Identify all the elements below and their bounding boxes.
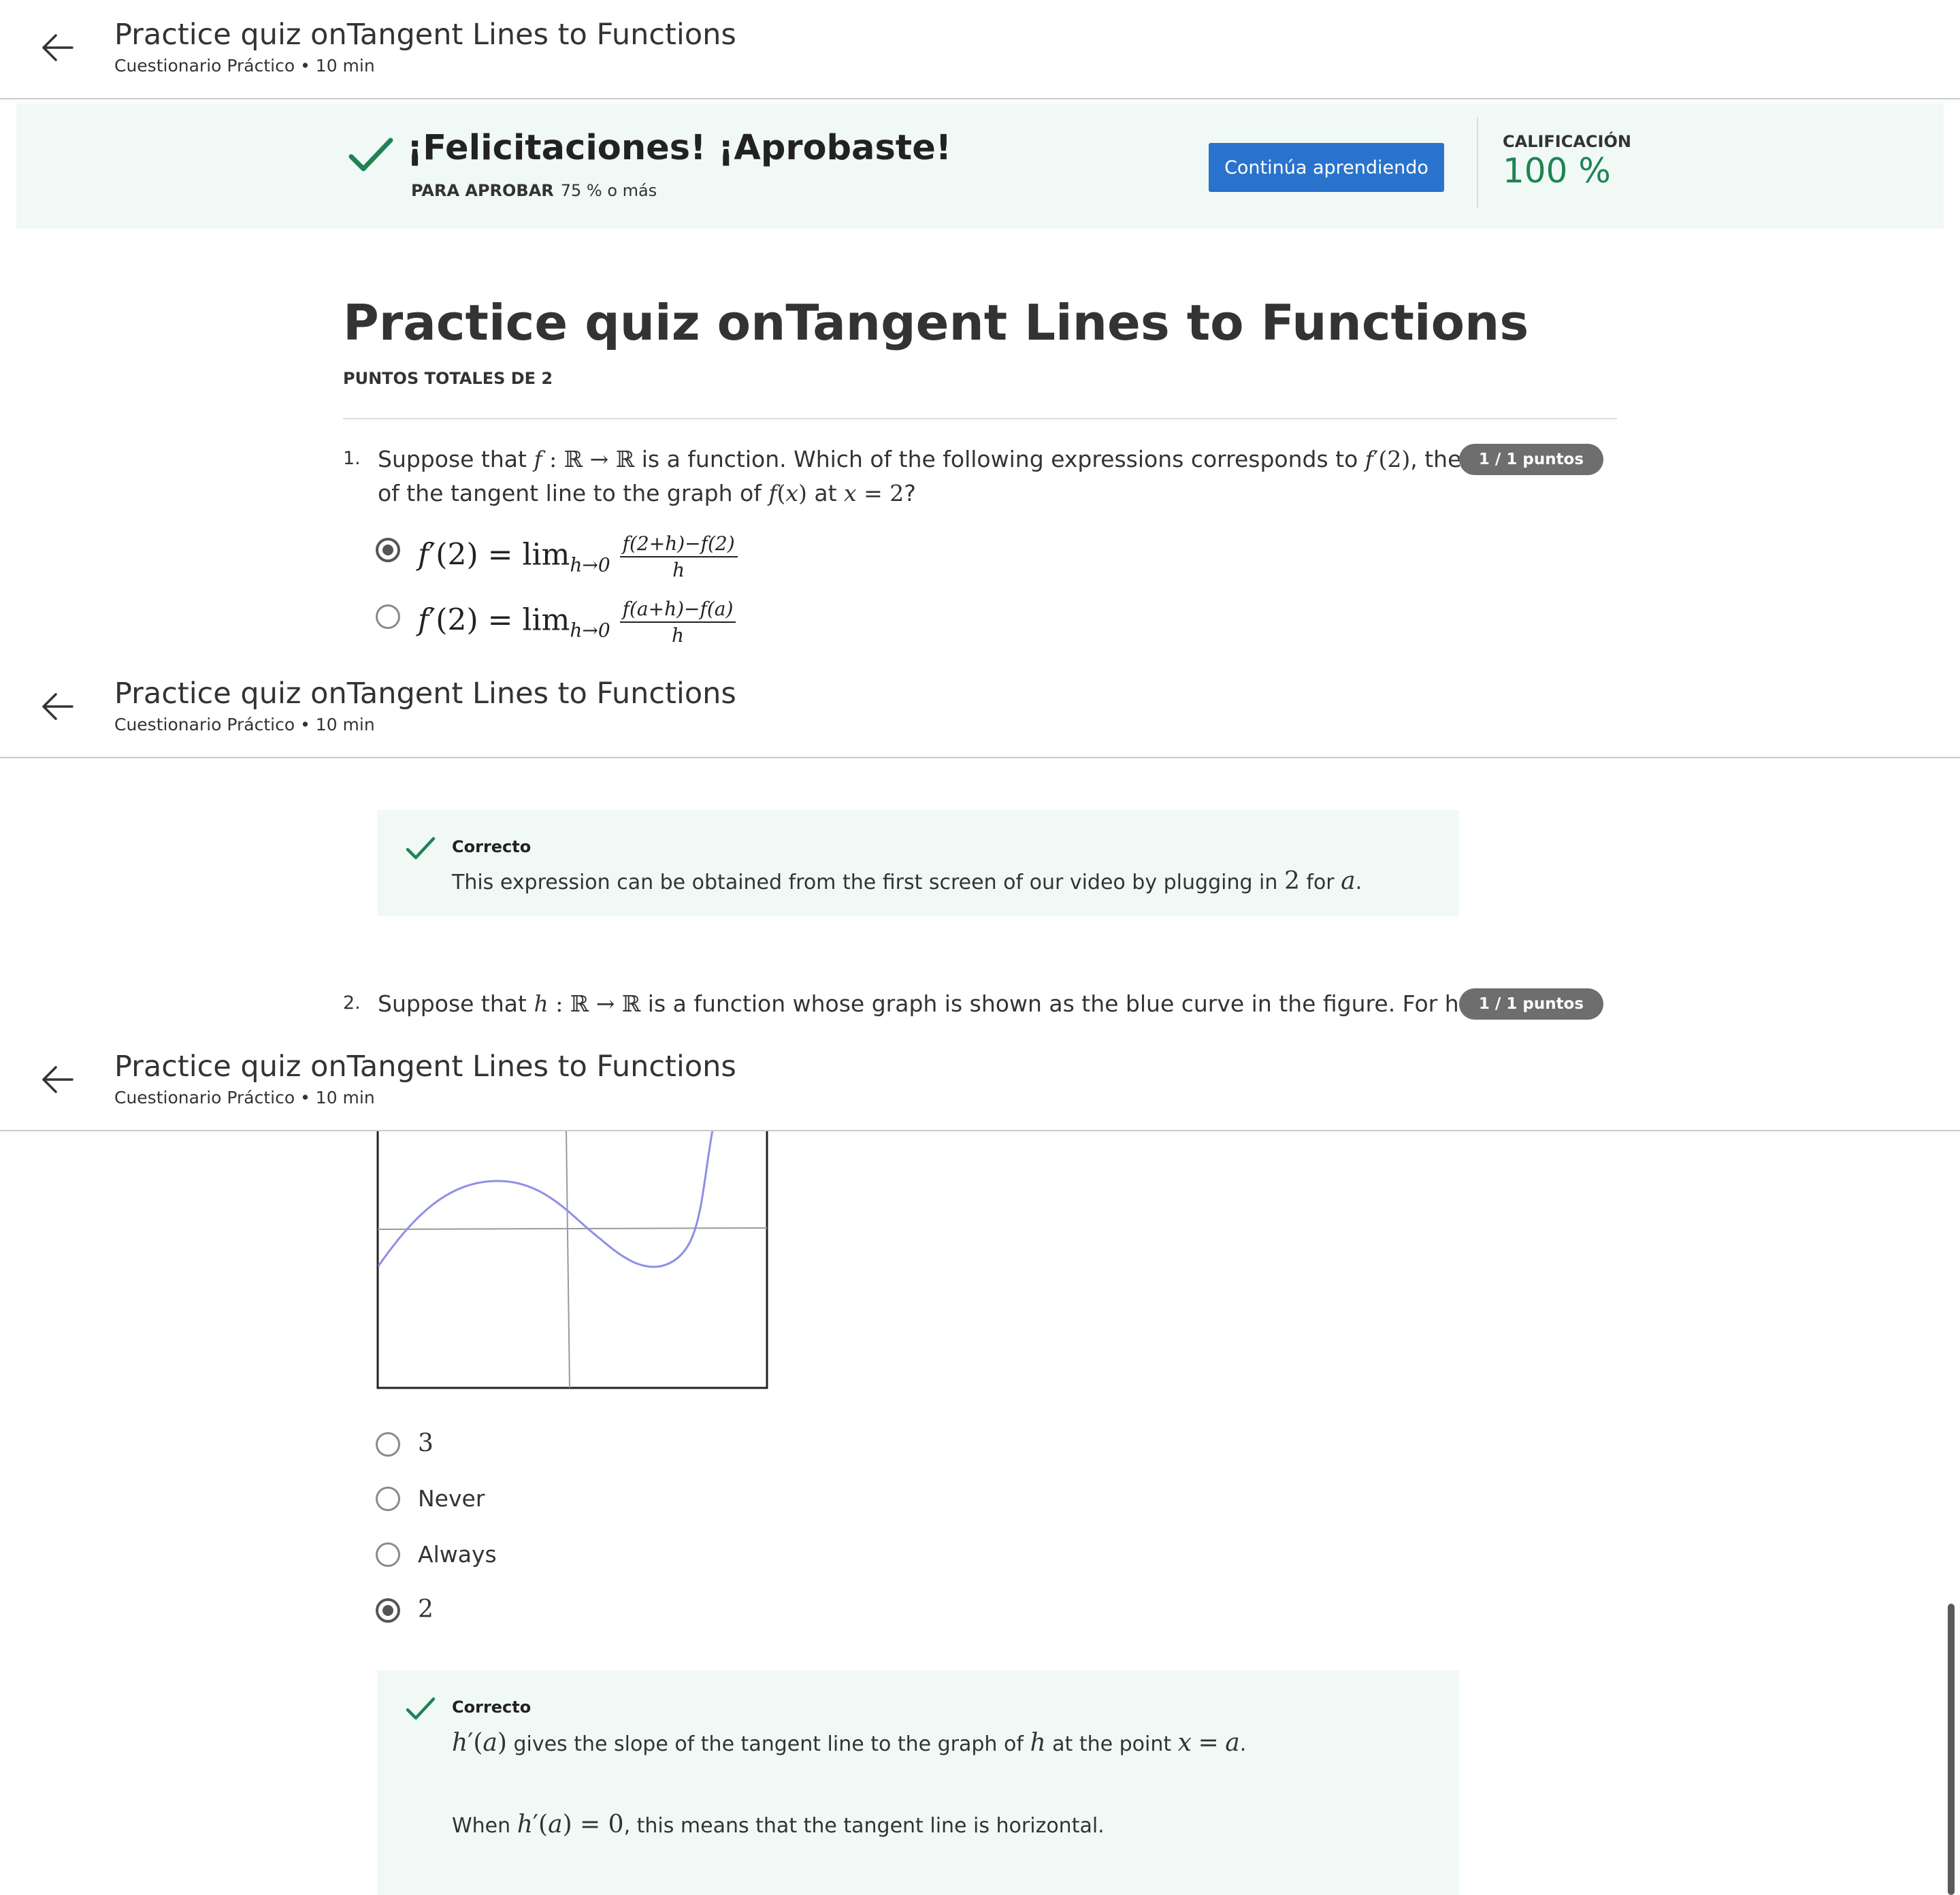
pass-requirement: PARA APROBAR 75 % o más xyxy=(411,181,657,200)
arrow-left-icon[interactable] xyxy=(38,686,79,727)
function-graph xyxy=(376,1130,768,1389)
pass-banner: ¡Felicitaciones! ¡Aprobaste! PARA APROBA… xyxy=(16,103,1944,229)
question-text: of the tangent line to the graph of f(x)… xyxy=(378,480,916,506)
check-icon xyxy=(348,137,393,172)
arrow-left-icon[interactable] xyxy=(38,1059,79,1100)
scrollbar-thumb[interactable] xyxy=(1948,1604,1955,1895)
screenshot-section-2: Practice quiz onTangent Lines to Functio… xyxy=(0,659,1960,1032)
divider xyxy=(1477,117,1478,208)
option-label: f′(2) = limh→0 f(a+h)−f(a) h xyxy=(418,598,736,647)
screenshot-section-1: Practice quiz onTangent Lines to Functio… xyxy=(0,0,1960,659)
top-header: Practice quiz onTangent Lines to Functio… xyxy=(0,0,1960,99)
pass-value: 75 % o más xyxy=(560,181,657,200)
option-label: 2 xyxy=(418,1596,434,1623)
header-subtitle: Cuestionario Práctico • 10 min xyxy=(114,1088,375,1107)
header-subtitle: Cuestionario Práctico • 10 min xyxy=(114,56,375,76)
radio-option-4[interactable] xyxy=(376,1598,400,1623)
question-text: Suppose that f : ℝ → ℝ is a function. Wh… xyxy=(378,446,1529,472)
congrats-message: ¡Felicitaciones! ¡Aprobaste! xyxy=(407,128,952,168)
feedback-correct: Correcto h′(a) gives the slope of the ta… xyxy=(377,1670,1459,1895)
screenshot-section-3: Practice quiz onTangent Lines to Functio… xyxy=(0,1032,1960,1895)
radio-option-2[interactable] xyxy=(376,1487,400,1511)
arrow-left-icon[interactable] xyxy=(38,27,79,68)
option-label: Never xyxy=(418,1485,485,1512)
radio-option-1[interactable] xyxy=(376,538,400,562)
radio-option-1[interactable] xyxy=(376,1432,400,1457)
grade-value: 100 % xyxy=(1503,151,1611,191)
header-subtitle: Cuestionario Práctico • 10 min xyxy=(114,715,375,734)
feedback-text: h′(a) gives the slope of the tangent lin… xyxy=(452,1729,1247,1757)
option-label: f′(2) = limh→0 f(2+h)−f(2) h xyxy=(418,532,738,581)
option-label: Always xyxy=(418,1541,497,1568)
total-points: PUNTOS TOTALES DE 2 xyxy=(343,369,553,388)
feedback-text: This expression can be obtained from the… xyxy=(452,867,1362,895)
check-icon xyxy=(406,837,436,860)
feedback-title: Correcto xyxy=(452,1698,532,1717)
divider xyxy=(343,418,1617,419)
header-title: Practice quiz onTangent Lines to Functio… xyxy=(114,677,736,711)
radio-option-2[interactable] xyxy=(376,604,400,629)
option-label: 3 xyxy=(418,1429,434,1457)
header-title: Practice quiz onTangent Lines to Functio… xyxy=(114,1050,736,1084)
question-text: Suppose that h : ℝ → ℝ is a function who… xyxy=(378,990,1562,1017)
question-number: 1. xyxy=(343,448,361,469)
feedback-title: Correcto xyxy=(452,837,532,856)
top-header: Practice quiz onTangent Lines to Functio… xyxy=(0,659,1960,758)
grade-label: CALIFICACIÓN xyxy=(1503,132,1631,151)
continue-learning-button[interactable]: Continúa aprendiendo xyxy=(1209,143,1444,192)
points-badge: 1 / 1 puntos xyxy=(1459,444,1603,475)
header-title: Practice quiz onTangent Lines to Functio… xyxy=(114,18,736,52)
pass-label: PARA APROBAR xyxy=(411,181,554,200)
feedback-text: When h′(a) = 0, this means that the tang… xyxy=(452,1811,1105,1839)
page-title: Practice quiz onTangent Lines to Functio… xyxy=(343,294,1529,351)
feedback-correct: Correcto This expression can be obtained… xyxy=(377,810,1459,916)
question-number: 2. xyxy=(343,992,361,1014)
top-header: Practice quiz onTangent Lines to Functio… xyxy=(0,1032,1960,1131)
points-badge: 1 / 1 puntos xyxy=(1459,988,1603,1020)
check-icon xyxy=(406,1697,436,1720)
radio-option-3[interactable] xyxy=(376,1542,400,1567)
